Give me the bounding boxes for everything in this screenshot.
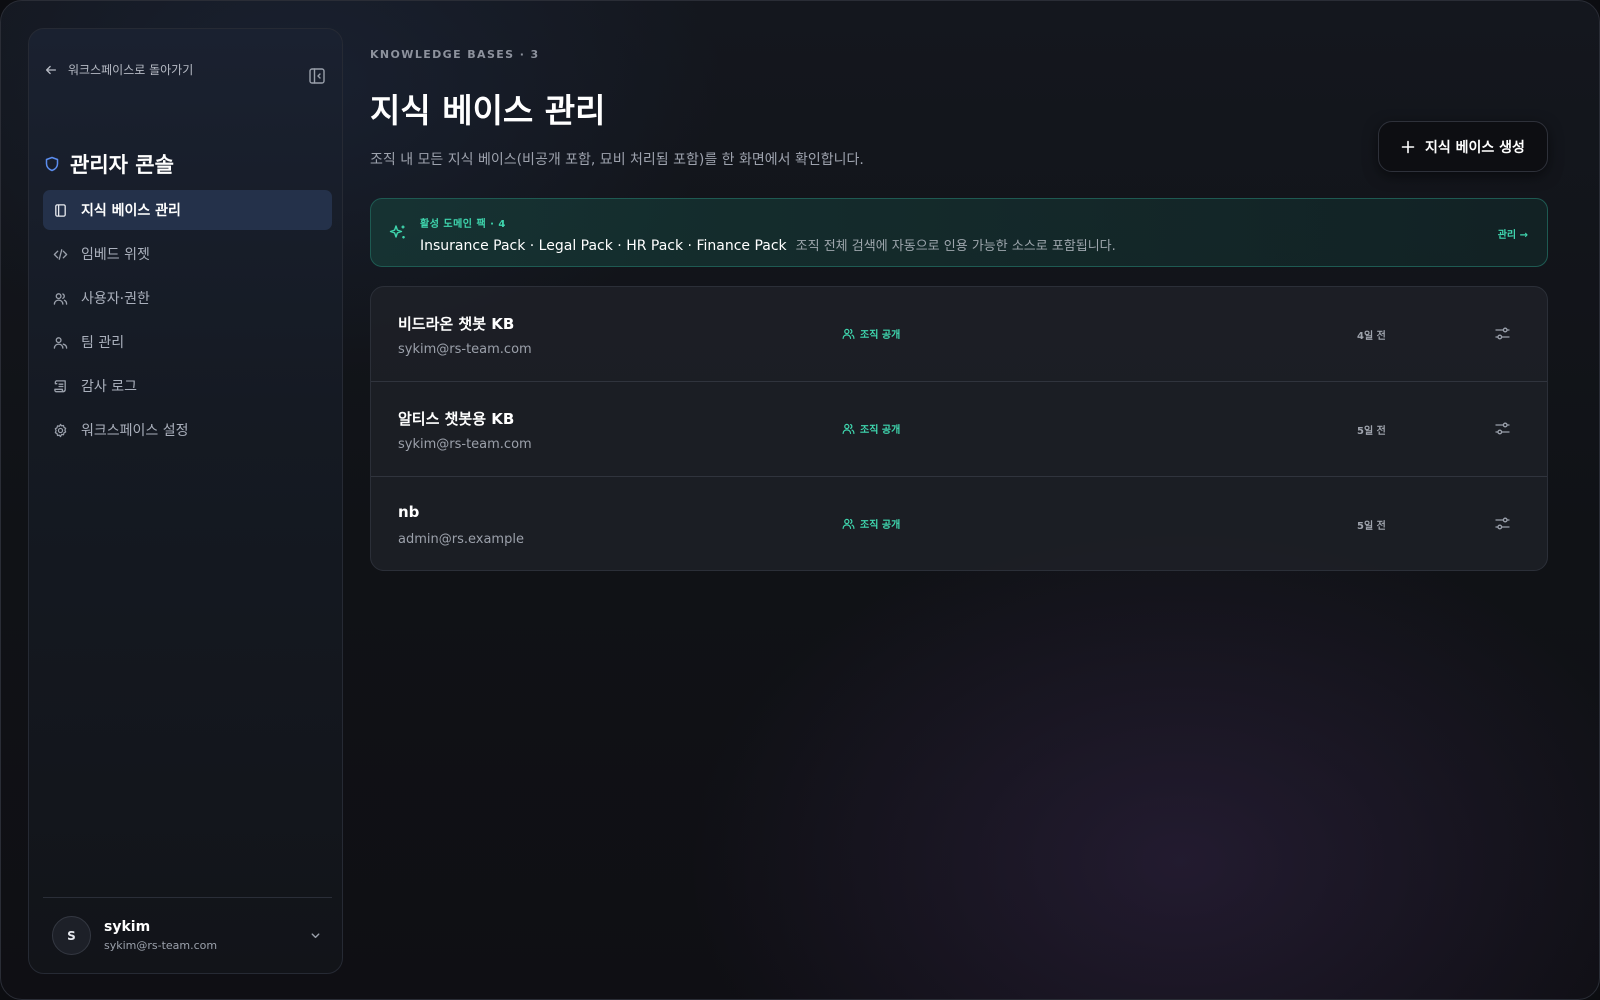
domain-pack-names: Insurance Pack · Legal Pack · HR Pack · … [420,238,787,254]
gear-icon [54,423,67,437]
shield-icon [45,156,59,172]
create-button-label: 지식 베이스 생성 [1425,139,1525,156]
nav-item-label: 지식 베이스 관리 [81,203,181,219]
settings-sliders-icon[interactable] [1494,325,1511,342]
table-row[interactable]: 비드라온 챗봇 KB sykim@rs-team.com 조직 공개 4일 전 [371,287,1547,382]
nav-item-users-permissions[interactable]: 사용자·권한 [43,278,332,318]
user-menu[interactable]: S sykim sykim@rs-team.com [43,897,332,973]
kb-updated: 5일 전 [1357,521,1386,532]
knowledge-base-list: 비드라온 챗봇 KB sykim@rs-team.com 조직 공개 4일 전 … [370,286,1548,571]
nav-item-label: 사용자·권한 [81,291,150,307]
table-row[interactable]: nb admin@rs.example 조직 공개 5일 전 [371,477,1547,570]
user-info: sykim sykim@rs-team.com [104,919,217,952]
nav-item-knowledge-bases[interactable]: 지식 베이스 관리 [43,190,332,230]
visibility-badge: 조직 공개 [842,326,900,341]
table-row[interactable]: 알티스 챗봇용 KB sykim@rs-team.com 조직 공개 5일 전 [371,382,1547,477]
back-to-workspace-link[interactable]: 워크스페이스로 돌아가기 [44,61,193,78]
nav-item-label: 팀 관리 [81,335,125,351]
kb-updated: 5일 전 [1357,426,1386,437]
back-link-label: 워크스페이스로 돌아가기 [68,63,194,77]
page-title: 지식 베이스 관리 [370,91,606,130]
active-domain-packs-banner: 활성 도메인 팩 · 4 Insurance Pack · Legal Pack… [370,198,1548,267]
book-icon [55,203,66,217]
scroll-icon [54,379,66,392]
visibility-label: 조직 공개 [860,330,901,341]
console-title: 관리자 콘솔 [44,149,174,179]
nav-item-label: 임베드 위젯 [81,247,150,263]
sparkle-icon [389,225,405,239]
users-icon [842,328,855,340]
app-window: 워크스페이스로 돌아가기 관리자 콘솔 지식 베이스 관리 임베드 위젯 사용자… [0,0,1600,1000]
users-icon [53,292,68,305]
nav-item-audit-log[interactable]: 감사 로그 [43,366,332,406]
team-icon [53,336,68,349]
kb-updated: 4일 전 [1357,331,1386,342]
kb-owner: admin@rs.example [398,532,524,547]
code-icon [53,248,68,260]
users-icon [842,518,855,530]
user-email: sykim@rs-team.com [104,939,218,952]
admin-nav: 지식 베이스 관리 임베드 위젯 사용자·권한 팀 관리 감사 로그 워크스페이… [43,190,332,454]
visibility-badge: 조직 공개 [842,421,900,436]
visibility-label: 조직 공개 [860,425,901,436]
nav-item-team-management[interactable]: 팀 관리 [43,322,332,362]
nav-item-workspace-settings[interactable]: 워크스페이스 설정 [43,410,332,450]
admin-sidebar: 워크스페이스로 돌아가기 관리자 콘솔 지식 베이스 관리 임베드 위젯 사용자… [28,28,343,974]
kb-owner: sykim@rs-team.com [398,342,532,357]
arrow-left-icon [45,65,57,74]
domain-pack-label: 활성 도메인 팩 · 4 [420,219,506,230]
section-eyebrow: KNOWLEDGE BASES · 3 [370,48,540,61]
kb-name: 비드라온 챗봇 KB [398,315,515,333]
user-name: sykim [104,919,151,935]
visibility-label: 조직 공개 [860,520,901,531]
domain-pack-note: 조직 전체 검색에 자동으로 인용 가능한 소스로 포함됩니다. [795,239,1116,254]
users-icon [842,423,855,435]
settings-sliders-icon[interactable] [1494,420,1511,437]
nav-item-label: 워크스페이스 설정 [81,423,189,439]
create-knowledge-base-button[interactable]: 지식 베이스 생성 [1378,121,1548,172]
console-title-text: 관리자 콘솔 [70,153,174,177]
kb-name: 알티스 챗봇용 KB [398,410,515,428]
nav-item-embed-widget[interactable]: 임베드 위젯 [43,234,332,274]
visibility-badge: 조직 공개 [842,516,900,531]
sidebar-collapse-icon [309,68,325,84]
kb-name: nb [398,503,420,521]
avatar: S [52,916,91,955]
domain-pack-line: Insurance Pack · Legal Pack · HR Pack · … [420,235,1116,254]
plus-icon [1401,140,1415,153]
collapse-sidebar-button[interactable] [308,67,326,85]
chevron-down-icon [311,933,320,939]
nav-item-label: 감사 로그 [81,379,137,395]
settings-sliders-icon[interactable] [1494,515,1511,532]
kb-owner: sykim@rs-team.com [398,437,532,452]
manage-domain-packs-link[interactable]: 관리 → [1498,226,1528,241]
page-description: 조직 내 모든 지식 베이스(비공개 포함, 묘비 처리됨 포함)를 한 화면에… [370,152,864,168]
